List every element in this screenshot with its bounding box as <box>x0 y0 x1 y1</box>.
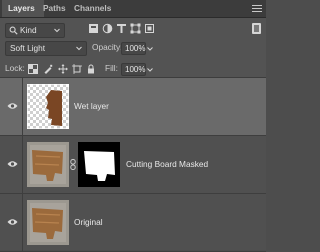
layer-row-cutting-board-masked[interactable]: Cutting Board Masked <box>0 136 266 194</box>
lock-artboard-icon[interactable] <box>72 64 82 74</box>
opacity-field[interactable]: 100% <box>121 42 146 55</box>
smart-object-filter-icon[interactable] <box>144 23 155 34</box>
layer-mask-thumbnail[interactable] <box>78 142 120 187</box>
lock-transparent-pixels-icon[interactable] <box>28 64 38 74</box>
layer-thumbnail[interactable] <box>27 142 69 187</box>
layer-row-original[interactable]: Original <box>0 194 266 252</box>
blend-row: Soft Light Opacity: 100% <box>0 39 266 56</box>
tab-channels[interactable]: Channels <box>74 0 114 17</box>
lock-image-pixels-icon[interactable] <box>43 64 53 74</box>
panel-tab-bar: Layers Paths Channels <box>0 0 266 18</box>
panel-menu-icon[interactable] <box>252 3 262 13</box>
filter-kind-label: Kind <box>20 25 37 35</box>
eye-icon[interactable] <box>7 160 18 168</box>
lock-all-icon[interactable] <box>86 64 96 74</box>
link-icon[interactable] <box>70 159 76 170</box>
filter-kind-select[interactable]: Kind <box>5 23 65 38</box>
layer-name: Wet layer <box>74 101 109 111</box>
tab-paths[interactable]: Paths <box>43 0 71 17</box>
layer-thumbnail[interactable] <box>27 200 69 245</box>
shape-layer-filter-icon[interactable] <box>130 23 141 34</box>
layers-panel: Layers Paths Channels Kind Soft Light Op… <box>0 0 266 252</box>
visibility-column-divider <box>22 194 23 251</box>
lock-position-icon[interactable] <box>58 64 68 74</box>
eye-icon[interactable] <box>7 218 18 226</box>
eye-icon[interactable] <box>7 102 18 110</box>
fill-field[interactable]: 100% <box>121 63 146 76</box>
pixel-layer-filter-icon[interactable] <box>88 23 99 34</box>
blend-mode-select[interactable]: Soft Light <box>5 41 87 56</box>
visibility-column-divider <box>22 78 23 135</box>
layer-name: Original <box>74 217 103 227</box>
search-icon <box>9 26 18 35</box>
layer-filter-row: Kind <box>0 20 266 38</box>
lock-row: Lock: Fill: 100% <box>0 60 266 78</box>
chevron-down-icon <box>54 28 60 33</box>
lock-label: Lock: <box>5 63 25 73</box>
tab-layers[interactable]: Layers <box>2 0 44 17</box>
type-layer-filter-icon[interactable] <box>116 23 127 34</box>
layer-name: Cutting Board Masked <box>126 159 209 169</box>
chevron-down-icon[interactable] <box>146 45 154 53</box>
visibility-column-divider <box>22 136 23 193</box>
adjustment-layer-filter-icon[interactable] <box>102 23 113 34</box>
layer-thumbnail[interactable] <box>27 84 69 129</box>
chevron-down-icon <box>76 46 82 51</box>
filter-toggle-icon[interactable] <box>252 23 261 34</box>
chevron-down-icon[interactable] <box>146 66 154 74</box>
opacity-label: Opacity: <box>92 42 123 52</box>
blend-mode-value: Soft Light <box>10 43 46 53</box>
layer-row-wet-layer[interactable]: Wet layer <box>0 78 266 136</box>
fill-label: Fill: <box>105 63 118 73</box>
layers-list: Wet layer Cutting Board Masked Original <box>0 78 266 252</box>
